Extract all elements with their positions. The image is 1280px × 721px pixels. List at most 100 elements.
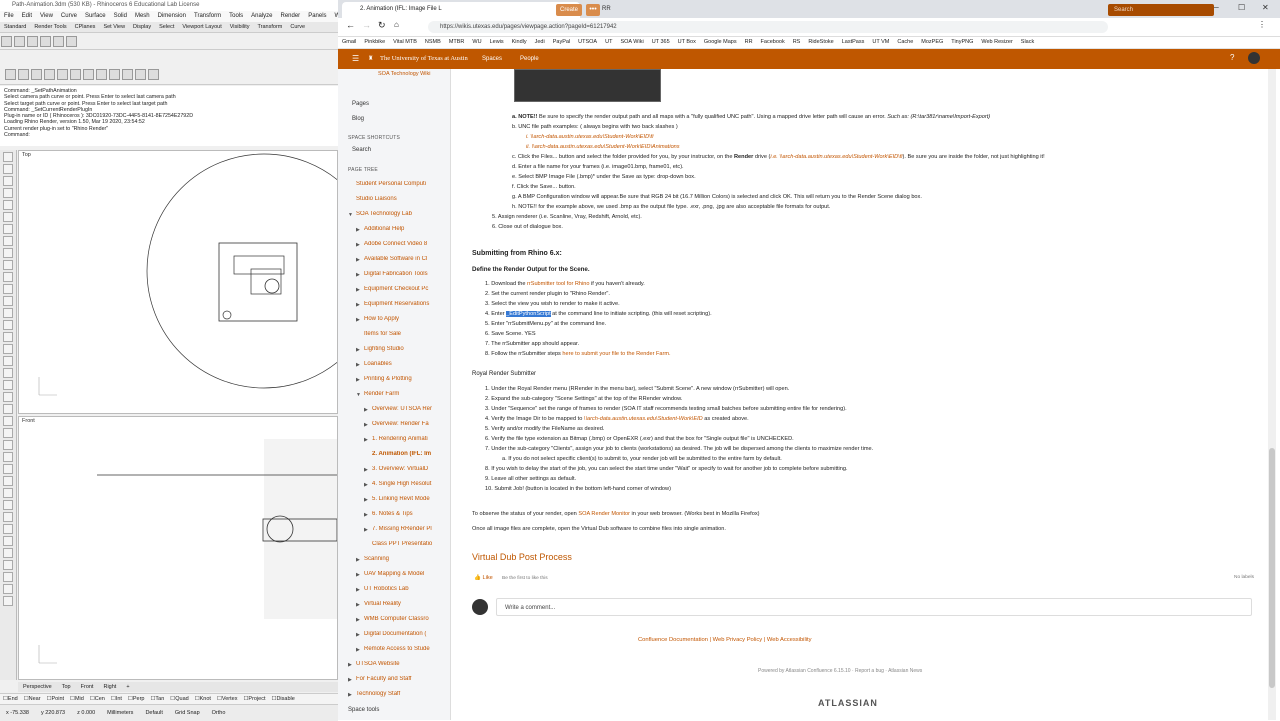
side-tool-icon[interactable] [3, 584, 13, 594]
side-tool-icon[interactable] [3, 212, 13, 222]
osnap-checkbox[interactable]: ☐Near [24, 696, 41, 702]
side-tool-icon[interactable] [3, 416, 13, 426]
side-tool-icon[interactable] [3, 164, 13, 174]
back-icon[interactable]: ← [346, 20, 355, 30]
maximize-icon[interactable]: ☐ [1238, 3, 1245, 12]
side-tool-icon[interactable] [3, 152, 13, 162]
bookmark-item[interactable]: Slack [1021, 39, 1034, 45]
expand-right-icon[interactable]: ▶ [364, 407, 368, 413]
expand-right-icon[interactable]: ▶ [364, 497, 368, 503]
side-tool-icon[interactable] [3, 260, 13, 270]
expand-right-icon[interactable]: ▶ [356, 272, 360, 278]
bookmark-item[interactable]: LastPass [842, 39, 865, 45]
toolbar-icon[interactable] [14, 36, 25, 47]
side-tool-icon[interactable] [3, 452, 13, 462]
osnap-checkbox[interactable]: ☐Knot [195, 696, 211, 702]
rhino-menu-item[interactable]: View [40, 13, 53, 19]
bookmark-item[interactable]: UT [605, 39, 612, 45]
bookmark-item[interactable]: RideStoke [808, 39, 833, 45]
page-tree-item[interactable]: For Faculty and Staff [356, 676, 440, 682]
confluence-search-input[interactable]: Search [1108, 4, 1214, 16]
expand-right-icon[interactable]: ▶ [356, 572, 360, 578]
side-tool-icon[interactable] [3, 296, 13, 306]
rhino-menu-item[interactable]: Edit [22, 13, 32, 19]
create-button[interactable]: Create [556, 4, 582, 16]
tool-icon[interactable] [109, 69, 120, 80]
tool-icon[interactable] [57, 69, 68, 80]
viewport-tab[interactable]: Top [62, 684, 71, 690]
expand-right-icon[interactable]: ▶ [356, 647, 360, 653]
page-tree-item[interactable]: UTSOA Website [356, 661, 440, 667]
page-tree-item[interactable]: Render Farm [364, 391, 440, 397]
side-tool-icon[interactable] [3, 536, 13, 546]
tool-icon[interactable] [122, 69, 133, 80]
rhino-toolbar-tab[interactable]: Viewport Layout [182, 24, 221, 30]
brand-title[interactable]: The University of Texas at Austin [380, 49, 468, 69]
side-tool-icon[interactable] [3, 476, 13, 486]
toolbar-icon[interactable] [53, 36, 64, 47]
tool-icon[interactable] [18, 69, 29, 80]
side-tool-icon[interactable] [3, 344, 13, 354]
side-tool-icon[interactable] [3, 488, 13, 498]
bookmark-item[interactable]: Gmail [342, 39, 356, 45]
expand-right-icon[interactable]: ▶ [356, 632, 360, 638]
tab-animation[interactable]: 2. Animation (IFL: Image File L ✕ [342, 2, 580, 18]
side-tool-icon[interactable] [3, 200, 13, 210]
page-tree-item[interactable]: Loanables [364, 361, 440, 367]
expand-right-icon[interactable]: ▶ [348, 677, 352, 683]
nav-spaces[interactable]: Spaces [482, 49, 502, 69]
user-avatar[interactable] [1248, 52, 1260, 64]
expand-down-icon[interactable]: ▼ [348, 212, 353, 218]
side-tool-icon[interactable] [3, 356, 13, 366]
rhino-menu-item[interactable]: Analyze [251, 13, 272, 19]
bookmark-item[interactable]: Web Resizer [981, 39, 1012, 45]
side-tool-icon[interactable] [3, 224, 13, 234]
rhino-menu-item[interactable]: Curve [61, 13, 77, 19]
page-tree-item[interactable]: Equipment Checkout Pc [364, 286, 440, 292]
apps-icon[interactable]: ☰ [352, 49, 359, 69]
osnap-checkbox[interactable]: ☐Perp [128, 696, 145, 702]
page-tree-item[interactable]: SOA Technology Lab [356, 211, 440, 217]
bookmark-item[interactable]: Google Maps [704, 39, 737, 45]
osnap-checkbox[interactable]: ☐Point [47, 696, 64, 702]
page-tree-item[interactable]: 3. Overview: VirtualD [372, 466, 440, 472]
viewport-tab[interactable]: Front [81, 684, 94, 690]
expand-right-icon[interactable]: ▶ [364, 512, 368, 518]
page-tree-item[interactable]: 2. Animation (IFL: Im [372, 451, 440, 457]
bookmark-item[interactable]: TinyPNG [951, 39, 973, 45]
side-tool-icon[interactable] [3, 524, 13, 534]
bookmark-item[interactable]: SOA Wiki [620, 39, 643, 45]
scrollbar-thumb[interactable] [1269, 448, 1275, 688]
side-tool-icon[interactable] [3, 332, 13, 342]
page-tree-item[interactable]: Additional Help [364, 226, 440, 232]
page-tree-item[interactable]: UT Robotics Lab [364, 586, 440, 592]
toolbar-icon[interactable] [40, 36, 51, 47]
tool-icon[interactable] [44, 69, 55, 80]
page-tree-item[interactable]: How to Apply [364, 316, 440, 322]
expand-right-icon[interactable]: ▶ [356, 302, 360, 308]
osnap-checkbox[interactable]: ☐Project [243, 696, 265, 702]
toolbar-icon[interactable] [27, 36, 38, 47]
expand-right-icon[interactable]: ▶ [356, 227, 360, 233]
rhino-toolbar-tab[interactable]: Standard [4, 24, 26, 30]
tool-icon[interactable] [5, 69, 16, 80]
side-tool-icon[interactable] [3, 548, 13, 558]
rhino-toolbar-tab[interactable]: Visibility [230, 24, 250, 30]
page-tree-item[interactable]: Lighting Studio [364, 346, 440, 352]
expand-right-icon[interactable]: ▶ [356, 287, 360, 293]
expand-right-icon[interactable]: ▶ [356, 242, 360, 248]
page-tree-item[interactable]: Printing & Plotting [364, 376, 440, 382]
bookmark-item[interactable]: Vital MTB [393, 39, 417, 45]
page-tree-item[interactable]: UAV Mapping & Model [364, 571, 440, 577]
page-tree-item[interactable]: Digital Documentation ( [364, 631, 440, 637]
help-icon[interactable]: ? [1230, 53, 1234, 62]
tool-icon[interactable] [31, 69, 42, 80]
unc-example-1[interactable]: i. \\arch-data.austin.utexas.edu\Student… [526, 134, 653, 140]
side-tool-icon[interactable] [3, 560, 13, 570]
toolbar-icon[interactable] [66, 36, 77, 47]
rhino-toolbar-tab[interactable]: Transform [258, 24, 283, 30]
page-tree-item[interactable]: Overview: Render Fa [372, 421, 440, 427]
page-tree-item[interactable]: 7. Missing RRender Pl [372, 526, 440, 532]
page-tree-item[interactable]: Student Personal Computi [356, 181, 440, 187]
osnap-checkbox[interactable]: ☐Mid [70, 696, 84, 702]
